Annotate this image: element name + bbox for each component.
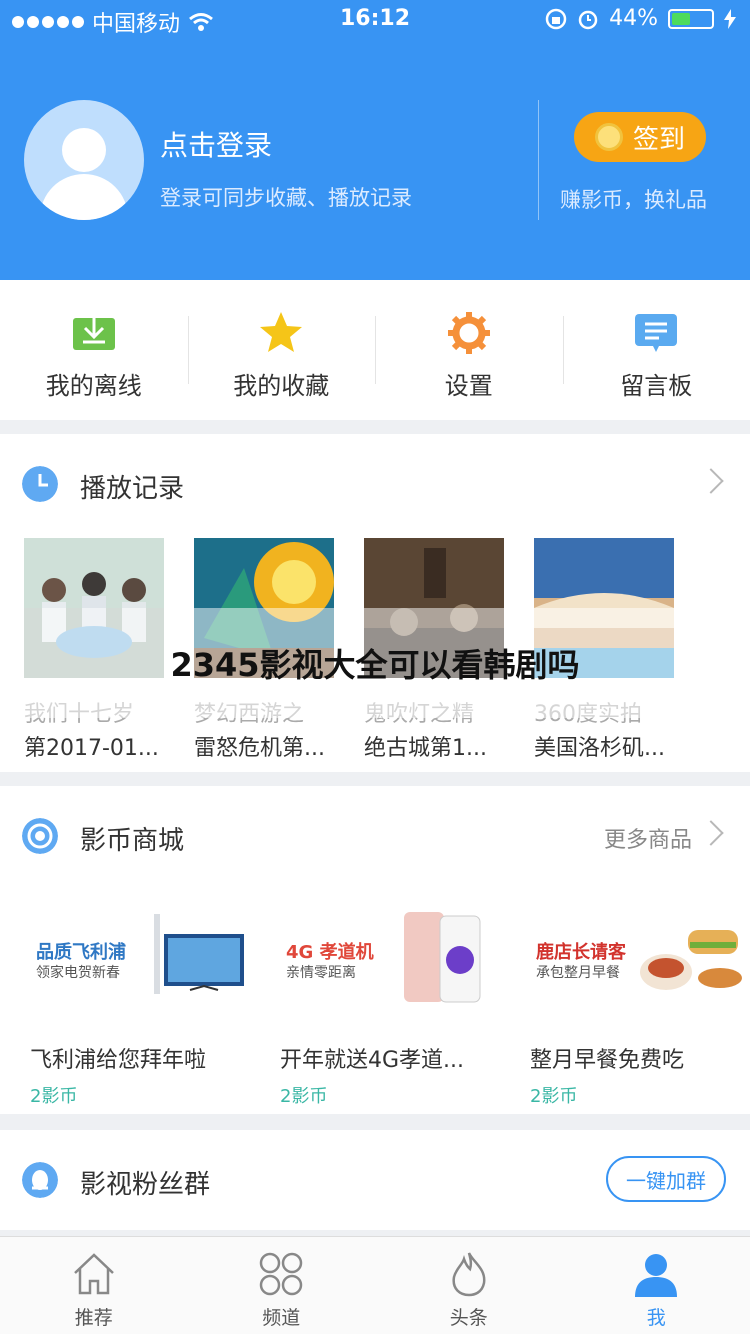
clock-icon (22, 466, 58, 502)
download-icon (72, 312, 115, 350)
charging-icon (724, 8, 736, 29)
shop-item-banner: 鹿店长请客 承包整月早餐 (530, 906, 750, 1016)
shop-item[interactable]: 4G 孝道机 亲情零距离 开年就送4G孝道... 2影币 (280, 906, 500, 1108)
earn-label: 赚影币，换礼品 (560, 188, 707, 212)
history-section: 播放记录 我们十七岁 第2017-01... 梦幻西游之 雷怒危机第... 鬼吹… (0, 434, 750, 772)
coin-shop-icon (22, 818, 58, 854)
tab-label: 我 (646, 1307, 666, 1329)
shop-item[interactable]: 品质飞利浦 领家电贺新春 飞利浦给您拜年啦 2影币 (30, 906, 250, 1108)
tab-label: 头条 (449, 1307, 488, 1329)
avatar-body-shape (40, 174, 128, 220)
tab-channels[interactable]: 频道 (188, 1237, 376, 1334)
shop-item-price: 2影币 (530, 1086, 578, 1107)
avatar[interactable] (24, 100, 144, 220)
tab-label: 推荐 (74, 1307, 113, 1329)
history-item-episode: 美国洛杉矶... (534, 736, 665, 761)
join-group-button[interactable]: 一键加群 (606, 1156, 726, 1202)
quick-actions: 我的离线 我的收藏 设置 留言板 (0, 280, 750, 420)
star-icon (260, 312, 303, 352)
login-title[interactable]: 点击登录 (160, 124, 272, 164)
shop-header: 影币商城 更多商品 (0, 786, 750, 886)
quick-item-settings[interactable]: 设置 (375, 280, 563, 420)
message-icon (635, 314, 678, 352)
avatar-head-shape (62, 128, 106, 172)
history-item-episode: 第2017-01... (24, 736, 159, 761)
banner-subtitle: 亲情零距离 (286, 965, 356, 981)
penguin-icon (22, 1162, 58, 1198)
shop-item-title: 飞利浦给您拜年啦 (30, 1048, 207, 1073)
history-item-episode: 雷怒危机第... (194, 736, 325, 761)
watermark-text: 2345影视大全可以看韩剧吗 (170, 646, 580, 684)
banner-subtitle: 承包整月早餐 (536, 965, 620, 981)
quick-item-offline[interactable]: 我的离线 (0, 280, 188, 420)
shop-section: 影币商城 更多商品 品质飞利浦 领家电贺新春 飞利浦给您拜年啦 2影币 4G 孝… (0, 786, 750, 1114)
breakfast-image (640, 930, 742, 990)
tab-headlines[interactable]: 头条 (375, 1237, 563, 1334)
header-divider (538, 100, 539, 220)
alarm-icon (578, 10, 598, 29)
shop-item[interactable]: 鹿店长请客 承包整月早餐 整月早餐免费吃 2影币 (530, 906, 750, 1108)
coin-icon (594, 123, 623, 151)
quick-item-label: 留言板 (620, 372, 693, 400)
shop-item-banner: 品质飞利浦 领家电贺新春 (30, 906, 250, 1016)
battery-icon (668, 8, 714, 29)
fans-title: 影视粉丝群 (80, 1170, 211, 1200)
quick-item-favorites[interactable]: 我的收藏 (187, 280, 376, 420)
gear-icon (447, 312, 490, 354)
banner-title: 4G 孝道机 (286, 942, 374, 963)
chevron-right-icon[interactable] (698, 820, 724, 846)
tab-me[interactable]: 我 (563, 1237, 750, 1334)
banner-title: 品质飞利浦 (36, 942, 126, 963)
banner-title: 鹿店长请客 (536, 942, 626, 963)
grid-icon (260, 1252, 303, 1296)
quick-item-label: 我的收藏 (233, 372, 330, 400)
shop-item-price: 2影币 (30, 1086, 78, 1107)
shop-title: 影币商城 (80, 826, 185, 856)
shop-item-price: 2影币 (280, 1086, 328, 1107)
person-icon (635, 1254, 678, 1297)
profile-header: 中国移动 16:12 44% 点击登录 登录可同步收藏、播放记录 签到 赚影币，… (0, 0, 750, 280)
history-item-episode: 绝古城第1... (364, 736, 487, 761)
home-icon (73, 1253, 114, 1295)
chevron-right-icon[interactable] (698, 468, 724, 494)
signin-label: 签到 (632, 124, 685, 155)
history-header[interactable]: 播放记录 (0, 434, 750, 534)
shop-item-banner: 4G 孝道机 亲情零距离 (280, 906, 500, 1016)
history-title: 播放记录 (80, 474, 185, 504)
shop-item-title: 开年就送4G孝道... (280, 1048, 465, 1073)
tab-bar: 推荐 频道 头条 我 (0, 1236, 750, 1334)
orientation-lock-icon (545, 8, 567, 29)
fans-section: 影视粉丝群 一键加群 (0, 1130, 750, 1230)
tab-recommend[interactable]: 推荐 (0, 1237, 188, 1334)
fans-header: 影视粉丝群 一键加群 (0, 1130, 750, 1230)
login-subtitle: 登录可同步收藏、播放记录 (160, 186, 412, 210)
quick-item-label: 我的离线 (45, 372, 142, 400)
signin-button[interactable]: 签到 (574, 112, 706, 162)
banner-subtitle: 领家电贺新春 (36, 965, 120, 981)
quick-item-message-board[interactable]: 留言板 (562, 280, 750, 420)
status-bar: 中国移动 16:12 44% (0, 0, 750, 40)
quick-item-label: 设置 (444, 372, 493, 400)
tab-label: 频道 (262, 1307, 301, 1329)
phone-image (404, 912, 481, 1003)
battery-percent: 44% (609, 6, 658, 31)
tv-image (154, 914, 244, 994)
more-products-link[interactable]: 更多商品 (604, 822, 692, 854)
flame-icon (452, 1252, 486, 1297)
shop-item-title: 整月早餐免费吃 (530, 1048, 685, 1073)
